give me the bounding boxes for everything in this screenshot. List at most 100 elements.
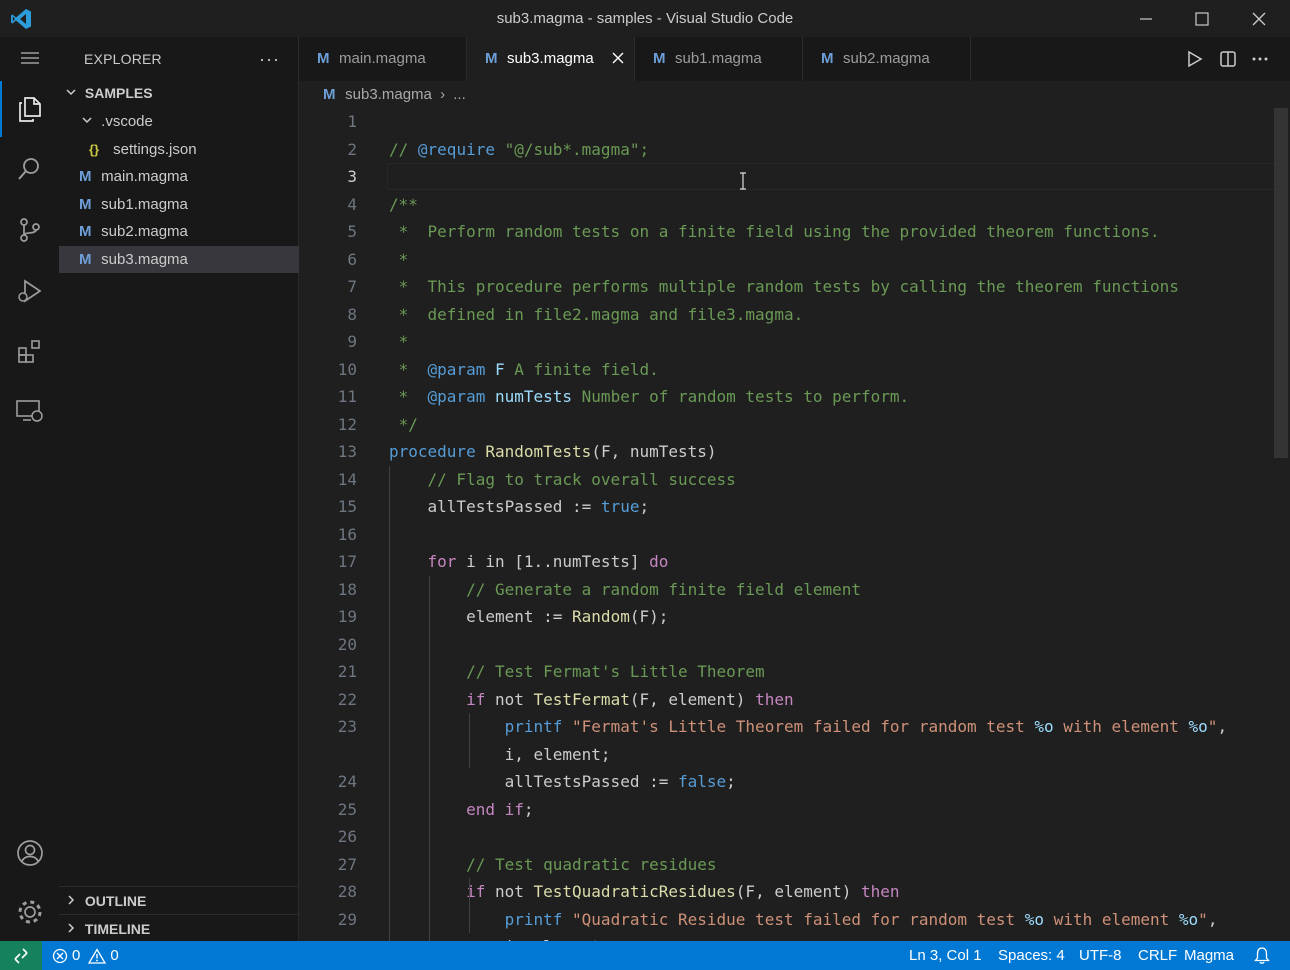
status-bar: 0 0 Ln 3, Col 1 Spaces: 4 UTF-8 CRLF Mag… bbox=[0, 941, 1290, 970]
code-text[interactable]: // Flag to track overall success bbox=[389, 466, 736, 494]
line-number: 8 bbox=[347, 304, 357, 324]
more-actions-icon[interactable] bbox=[1248, 47, 1272, 71]
workspace-folder-samples[interactable]: SAMPLES bbox=[59, 80, 299, 107]
code-text[interactable]: if not TestFermat(F, element) then bbox=[389, 686, 794, 714]
code-text[interactable]: printf "Quadratic Residue test failed fo… bbox=[389, 906, 1218, 934]
code-text[interactable]: // Test quadratic residues bbox=[389, 851, 716, 879]
remote-indicator-icon[interactable] bbox=[0, 941, 42, 970]
outline-label: OUTLINE bbox=[84, 893, 147, 909]
maximize-button[interactable] bbox=[1174, 0, 1230, 37]
tab-sub2-magma[interactable]: Msub2.magma bbox=[803, 37, 971, 81]
line-number: 19 bbox=[337, 607, 357, 626]
minimize-button[interactable] bbox=[1118, 0, 1174, 37]
breadcrumb-file[interactable]: sub3.magma bbox=[345, 86, 432, 103]
source-control-icon[interactable] bbox=[0, 202, 59, 258]
line-number: 12 bbox=[337, 414, 357, 434]
indentation-setting[interactable]: Spaces: 4 bbox=[998, 941, 1065, 970]
code-text[interactable] bbox=[389, 631, 466, 659]
line-number: 26 bbox=[337, 827, 357, 846]
remote-explorer-icon[interactable] bbox=[0, 383, 59, 439]
outline-panel-header[interactable]: OUTLINE bbox=[59, 886, 298, 915]
code-text[interactable]: * @param F A finite field. bbox=[389, 356, 659, 384]
line-number: 1 bbox=[347, 112, 357, 131]
magma-file-icon: M bbox=[317, 50, 330, 67]
code-text[interactable]: */ bbox=[389, 411, 418, 439]
code-text[interactable] bbox=[389, 823, 466, 851]
code-text[interactable]: end if; bbox=[389, 796, 533, 824]
tree-item-label: main.magma bbox=[101, 168, 188, 185]
split-editor-icon[interactable] bbox=[1216, 47, 1240, 71]
problems-indicator[interactable]: 0 0 bbox=[52, 941, 119, 970]
code-text[interactable]: // Generate a random finite field elemen… bbox=[389, 576, 861, 604]
code-text[interactable]: allTestsPassed := false; bbox=[389, 768, 736, 796]
extensions-icon[interactable] bbox=[0, 323, 59, 379]
tab-sub3-magma[interactable]: Msub3.magma bbox=[467, 37, 635, 81]
timeline-label: TIMELINE bbox=[84, 921, 151, 937]
tree-file-sub3-magma[interactable]: M sub3.magma bbox=[59, 246, 299, 273]
explorer-sidebar: EXPLORER ··· SAMPLES .vscode {} settings… bbox=[59, 37, 299, 941]
tab-sub1-magma[interactable]: Msub1.magma bbox=[635, 37, 803, 81]
code-text[interactable]: * bbox=[389, 328, 409, 356]
tree-file-sub1-magma[interactable]: M sub1.magma bbox=[59, 191, 299, 218]
code-text[interactable]: if not TestQuadraticResidues(F, element)… bbox=[389, 878, 900, 906]
explorer-icon[interactable] bbox=[0, 81, 59, 137]
tree-file-settings-json[interactable]: {} settings.json bbox=[59, 136, 299, 163]
tree-file-sub2-magma[interactable]: M sub2.magma bbox=[59, 218, 299, 245]
code-text[interactable]: procedure RandomTests(F, numTests) bbox=[389, 438, 717, 466]
code-text[interactable]: i, element; bbox=[389, 933, 611, 941]
timeline-panel-header[interactable]: TIMELINE bbox=[59, 914, 298, 943]
code-text[interactable]: * @param numTests Number of random tests… bbox=[389, 383, 910, 411]
tree-file-main-magma[interactable]: M main.magma bbox=[59, 163, 299, 190]
code-text[interactable]: for i in [1..numTests] do bbox=[389, 548, 669, 576]
tree-item-label: sub3.magma bbox=[101, 251, 188, 268]
code-text[interactable]: * defined in file2.magma and file3.magma… bbox=[389, 301, 804, 329]
search-icon[interactable] bbox=[0, 141, 59, 197]
error-count: 0 bbox=[72, 947, 81, 964]
code-text[interactable]: /** bbox=[389, 191, 418, 219]
code-text[interactable]: * Perform random tests on a finite field… bbox=[389, 218, 1160, 246]
run-file-icon[interactable] bbox=[1182, 47, 1206, 71]
eol-setting[interactable]: CRLF bbox=[1138, 941, 1177, 970]
line-number: 20 bbox=[337, 634, 357, 654]
accounts-icon[interactable] bbox=[0, 825, 59, 881]
language-mode[interactable]: Magma bbox=[1184, 941, 1234, 970]
chevron-right-icon bbox=[65, 887, 81, 915]
tab-label: sub1.magma bbox=[675, 50, 762, 67]
json-file-icon: {} bbox=[89, 142, 100, 157]
line-number: 15 bbox=[337, 497, 357, 516]
line-number: 16 bbox=[337, 524, 357, 544]
close-tab-icon[interactable] bbox=[612, 37, 624, 81]
code-text[interactable]: // @require "@/sub*.magma"; bbox=[389, 136, 649, 164]
code-text[interactable]: element := Random(F); bbox=[389, 603, 668, 631]
encoding-setting[interactable]: UTF-8 bbox=[1079, 941, 1122, 970]
tree-folder-vscode[interactable]: .vscode bbox=[59, 108, 299, 135]
line-number: 2 bbox=[347, 139, 357, 159]
code-text[interactable]: allTestsPassed := true; bbox=[389, 493, 650, 521]
breadcrumb-symbols[interactable]: ... bbox=[453, 86, 466, 103]
menu-icon[interactable] bbox=[0, 30, 59, 86]
line-number: 23 bbox=[337, 717, 357, 736]
cursor-position[interactable]: Ln 3, Col 1 bbox=[909, 941, 982, 970]
code-text[interactable]: printf "Fermat's Little Theorem failed f… bbox=[389, 713, 1227, 741]
vertical-scrollbar[interactable] bbox=[1274, 108, 1288, 458]
settings-gear-icon[interactable] bbox=[0, 884, 59, 940]
code-text[interactable]: i, element; bbox=[389, 741, 611, 769]
window-title: sub3.magma - samples - Visual Studio Cod… bbox=[496, 10, 794, 27]
code-text[interactable]: * This procedure performs multiple rando… bbox=[389, 273, 1179, 301]
run-debug-icon[interactable] bbox=[0, 263, 59, 319]
line-number: 13 bbox=[337, 442, 357, 461]
indent-guide bbox=[429, 575, 430, 941]
code-text[interactable]: // Test Fermat's Little Theorem bbox=[389, 658, 765, 686]
code-text[interactable]: * bbox=[389, 246, 409, 274]
warning-icon bbox=[88, 947, 107, 964]
tree-item-label: sub1.magma bbox=[101, 196, 188, 213]
chevron-right-icon bbox=[65, 915, 81, 943]
activity-bar bbox=[0, 37, 59, 941]
notifications-bell-icon[interactable] bbox=[1254, 947, 1270, 968]
close-window-button[interactable] bbox=[1231, 0, 1287, 37]
text-cursor-icon bbox=[739, 172, 747, 190]
tab-main-magma[interactable]: Mmain.magma bbox=[299, 37, 467, 81]
explorer-more-button[interactable]: ··· bbox=[259, 49, 280, 70]
line-number: 11 bbox=[337, 387, 357, 406]
code-editor[interactable]: 1 2// @require "@/sub*.magma"; 3 4/** 5 * Pe… bbox=[299, 108, 1290, 941]
